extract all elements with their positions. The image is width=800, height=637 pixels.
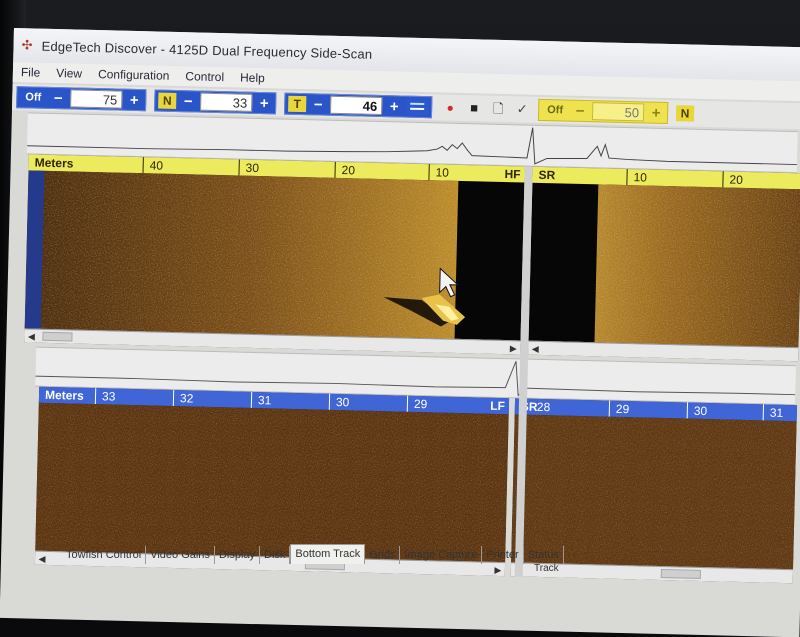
range-value-field[interactable]: 75 [70, 89, 123, 109]
scroll-left-icon[interactable]: ◀ [35, 552, 49, 566]
range-decrease-button[interactable]: − [50, 89, 66, 106]
menu-control[interactable]: Control [185, 69, 224, 84]
scroll-right-icon[interactable]: ▶ [506, 341, 520, 355]
tab-grids[interactable]: Grids [365, 546, 401, 564]
lf-tick: 30 [328, 393, 350, 411]
hf-starboard-panel: SR 10 20 ◀ [528, 166, 800, 362]
new-file-icon[interactable]: 🗋 [490, 101, 506, 117]
n-decrease-button[interactable]: − [180, 93, 196, 110]
lf-channel-tag: LF [490, 398, 506, 414]
hf-sr-label: SR [538, 167, 556, 183]
scroll-right-icon[interactable]: ▶ [491, 563, 505, 577]
off-toggle[interactable]: Off [20, 91, 46, 104]
right-value-field[interactable]: 50 [591, 102, 645, 122]
lf-tick: 32 [172, 389, 194, 407]
hf-sr-sonar-image[interactable] [528, 182, 800, 348]
scroll-left-icon[interactable]: ◀ [528, 342, 542, 356]
hf-sonar-image[interactable] [24, 170, 525, 341]
right-control-group: Off − 50 + [537, 98, 669, 125]
n-value-field[interactable]: 33 [200, 92, 253, 112]
tab-towfish-control[interactable]: Towfish Control [62, 546, 147, 564]
t-value-field[interactable]: 46 [329, 95, 383, 116]
tab-bottom-track[interactable]: Bottom Track [290, 544, 366, 564]
checkmark-icon[interactable]: ✓ [514, 101, 530, 117]
track-groupbox-label: Track [534, 563, 559, 574]
n2-gain-label: N [675, 105, 695, 122]
hf-port-panel: Meters 40 30 20 10 HF ◀ ▶ [24, 154, 525, 355]
right-decrease-button[interactable]: − [572, 102, 588, 119]
window-title: EdgeTech Discover - 4125D Dual Frequency… [41, 38, 373, 62]
hf-units-label: Meters [34, 155, 74, 171]
tab-printer[interactable]: Printer [482, 546, 524, 564]
menu-help[interactable]: Help [240, 71, 265, 86]
n-increase-button[interactable]: + [256, 94, 272, 112]
hf-tick: 30 [238, 159, 260, 177]
right-increase-button[interactable]: + [648, 104, 664, 121]
edgetech-logo-icon: ✣ [21, 37, 33, 53]
lf-tick: 33 [94, 388, 116, 405]
stop-icon[interactable]: ■ [466, 100, 482, 116]
lf-sr-tick: 31 [762, 404, 784, 421]
scroll-thumb[interactable] [660, 568, 701, 579]
menu-file[interactable]: File [21, 65, 41, 79]
record-icon[interactable]: ● [442, 99, 458, 115]
display-mode-icon[interactable] [405, 97, 429, 117]
n-control-group: N − 33 + [154, 89, 277, 115]
scroll-left-icon[interactable]: ◀ [24, 329, 38, 343]
control-tabs: Towfish Control Video Gains Display Disk… [62, 542, 782, 564]
t-control-group: T − 46 + [283, 92, 433, 119]
hf-channel-tag: HF [504, 167, 521, 182]
tab-display[interactable]: Display [215, 546, 261, 564]
hf-tick: 40 [142, 157, 164, 174]
lf-tick: 31 [250, 391, 272, 409]
lf-tick: 29 [406, 395, 428, 413]
lf-sr-tick: 29 [608, 400, 630, 418]
tab-image-capture[interactable]: Image Capture [400, 546, 483, 564]
t-gain-label: T [288, 95, 307, 113]
hf-tick: 20 [334, 161, 356, 179]
t-decrease-button[interactable]: − [310, 96, 326, 113]
tab-status[interactable]: Status [524, 546, 564, 564]
n-gain-label: N [158, 92, 177, 109]
off-toggle-2[interactable]: Off [542, 104, 568, 117]
lf-units-label: Meters [44, 387, 84, 403]
t-increase-button[interactable]: + [386, 98, 402, 115]
menu-configuration[interactable]: Configuration [98, 67, 170, 83]
tab-disk[interactable]: Disk [260, 546, 291, 564]
hf-sr-tick: 20 [722, 171, 744, 188]
scroll-thumb[interactable] [42, 331, 73, 342]
hf-tick: 10 [428, 164, 450, 181]
lf-sr-tick: 30 [686, 402, 708, 420]
menu-view[interactable]: View [56, 66, 82, 81]
lf-sonar-image[interactable] [35, 402, 509, 563]
range-increase-button[interactable]: + [126, 91, 142, 108]
tab-video-gains[interactable]: Video Gains [146, 546, 215, 564]
hf-sr-tick: 10 [626, 169, 648, 186]
range-control-group: Off − 75 + [16, 86, 147, 112]
lf-sr-tick: 28 [536, 399, 551, 415]
